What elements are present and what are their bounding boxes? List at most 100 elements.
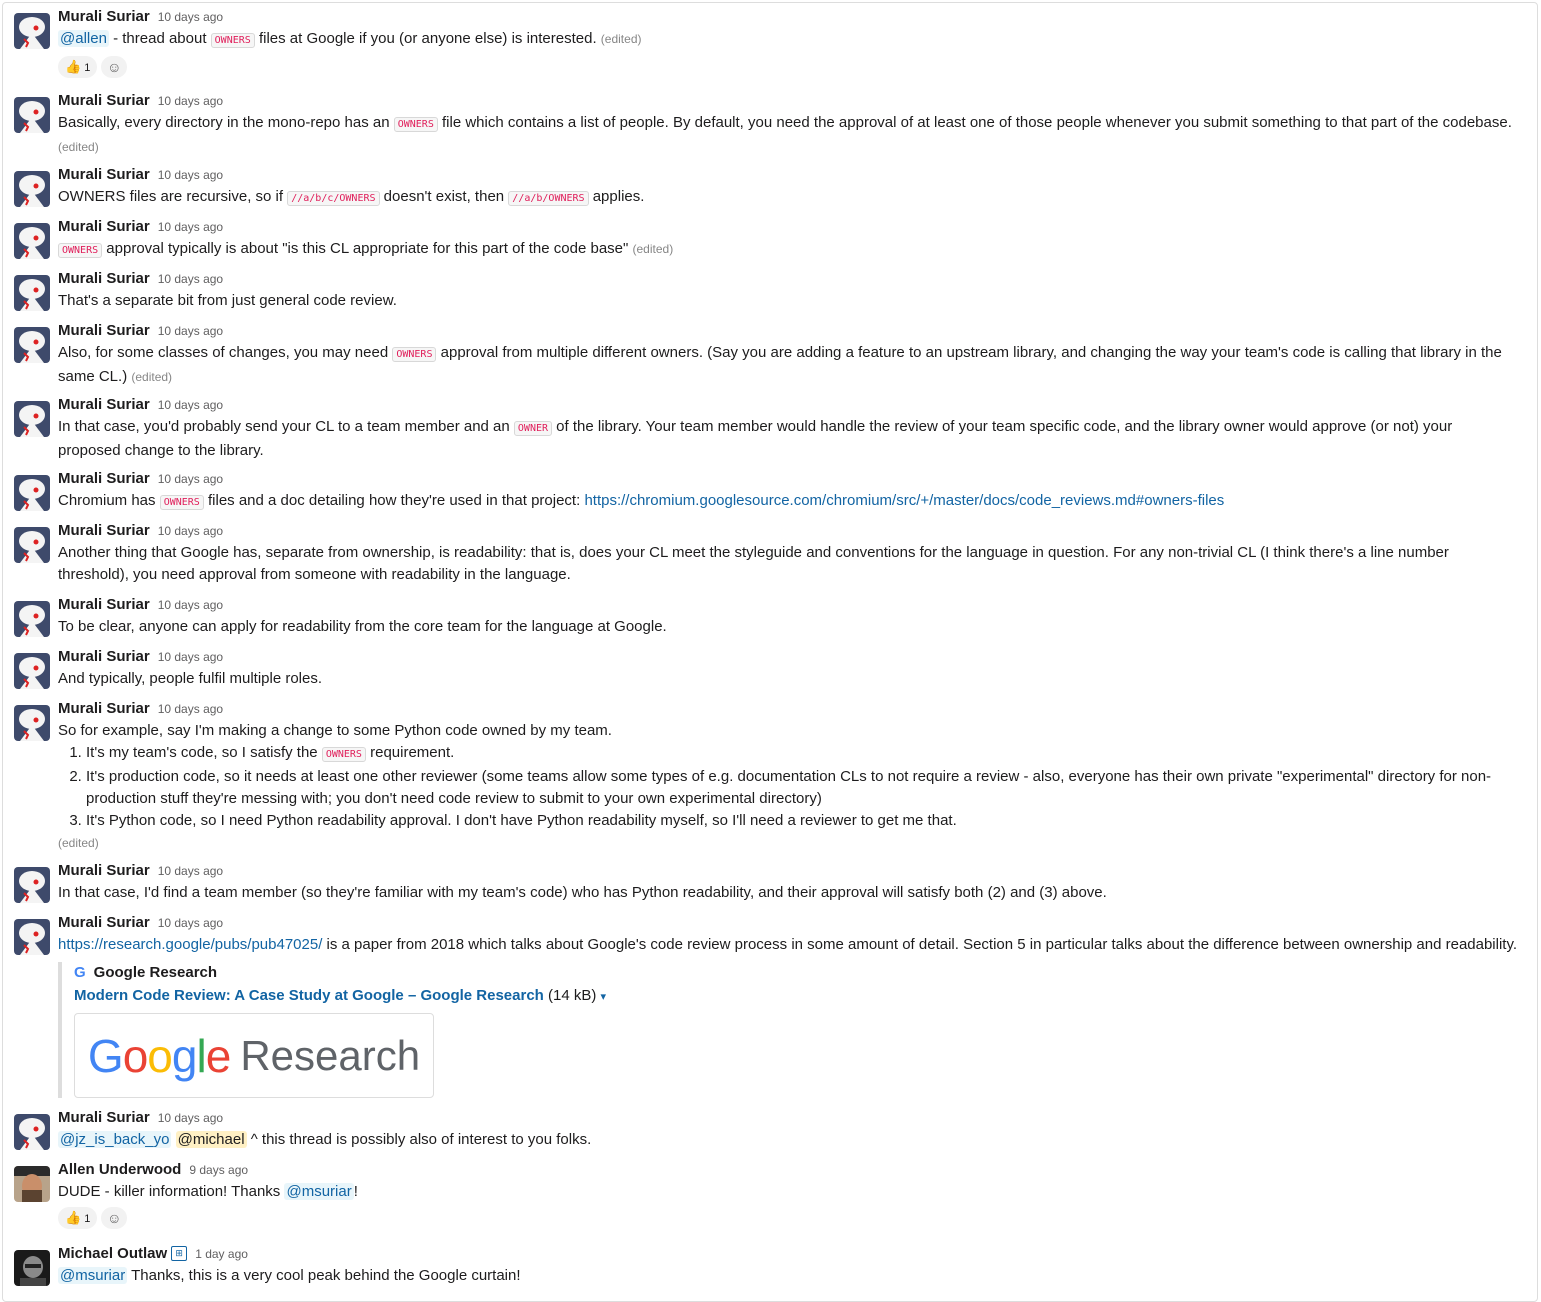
edited-label: (edited)	[632, 242, 674, 256]
preview-site-name: Google Research	[93, 964, 218, 981]
message-text: @msuriar Thanks, this is a very cool pea…	[58, 1265, 1518, 1287]
author-name[interactable]: Murali Suriar	[58, 700, 150, 717]
avatar[interactable]	[14, 13, 50, 49]
timestamp[interactable]: 10 days ago	[158, 472, 223, 486]
timestamp[interactable]: 10 days ago	[158, 916, 223, 930]
preview-title-row: Modern Code Review: A Case Study at Goog…	[74, 984, 1518, 1009]
add-reaction-icon[interactable]: ☺	[101, 56, 128, 78]
user-mention-self[interactable]: @michael	[175, 1131, 247, 1148]
preview-title-link[interactable]: Modern Code Review: A Case Study at Goog…	[74, 987, 544, 1004]
message-text: Basically, every directory in the mono-r…	[58, 112, 1518, 158]
message-text: DUDE - killer information! Thanks @msuri…	[58, 1181, 1518, 1203]
list-item: It's my team's code, so I satisfy the OW…	[86, 742, 1518, 766]
avatar[interactable]	[14, 475, 50, 511]
text-span: doesn't exist, then	[379, 188, 509, 205]
message-text: Also, for some classes of changes, you m…	[58, 342, 1518, 388]
user-mention[interactable]: @msuriar	[58, 1267, 128, 1284]
timestamp[interactable]: 10 days ago	[158, 10, 223, 24]
author-name[interactable]: Murali Suriar	[58, 8, 150, 25]
avatar[interactable]	[14, 1166, 50, 1202]
avatar[interactable]	[14, 919, 50, 955]
author-name[interactable]: Murali Suriar	[58, 92, 150, 109]
message-text: https://research.google/pubs/pub47025/ i…	[58, 934, 1518, 956]
message-text: So for example, say I'm making a change …	[58, 720, 1518, 854]
reaction-thumbsup[interactable]: 👍 1	[58, 56, 98, 78]
avatar[interactable]	[14, 223, 50, 259]
preview-size: (14 kB)	[543, 987, 601, 1004]
user-mention[interactable]: @jz_is_back_yo	[58, 1131, 172, 1148]
timestamp[interactable]: 10 days ago	[158, 650, 223, 664]
timestamp[interactable]: 10 days ago	[158, 272, 223, 286]
preview-image[interactable]: Google Research	[74, 1013, 434, 1098]
avatar[interactable]	[14, 527, 50, 563]
timestamp[interactable]: 9 days ago	[189, 1163, 248, 1177]
timestamp[interactable]: 1 day ago	[195, 1247, 248, 1261]
timestamp[interactable]: 10 days ago	[158, 94, 223, 108]
author-name[interactable]: Murali Suriar	[58, 522, 150, 539]
timestamp[interactable]: 10 days ago	[158, 398, 223, 412]
add-reaction-icon[interactable]: ☺	[101, 1207, 128, 1229]
timestamp[interactable]: 10 days ago	[158, 220, 223, 234]
avatar[interactable]	[14, 1114, 50, 1150]
chevron-down-icon[interactable]: ▾	[601, 991, 607, 1003]
text-span: Basically, every directory in the mono-r…	[58, 114, 394, 131]
avatar[interactable]	[14, 601, 50, 637]
text-span: Thanks, this is a very cool peak behind …	[127, 1267, 521, 1284]
preview-site: G Google Research	[74, 962, 1518, 984]
author-name[interactable]: Murali Suriar	[58, 648, 150, 665]
message-text: @jz_is_back_yo @michael ^ this thread is…	[58, 1129, 1518, 1151]
edited-label: (edited)	[131, 370, 173, 384]
thumbs-up-icon: 👍	[65, 59, 82, 74]
message-text: And typically, people fulfil multiple ro…	[58, 670, 323, 687]
avatar[interactable]	[14, 171, 50, 207]
author-name[interactable]: Murali Suriar	[58, 596, 150, 613]
avatar[interactable]	[14, 327, 50, 363]
timestamp[interactable]: 10 days ago	[158, 864, 223, 878]
avatar[interactable]	[14, 97, 50, 133]
paper-link[interactable]: https://research.google/pubs/pub47025/	[58, 936, 322, 953]
author-name[interactable]: Murali Suriar	[58, 470, 150, 487]
avatar[interactable]	[14, 275, 50, 311]
author-name[interactable]: Murali Suriar	[58, 914, 150, 931]
author-name[interactable]: Murali Suriar	[58, 322, 150, 339]
message-text: OWNERS approval typically is about "is t…	[58, 238, 1518, 262]
text-span: It's my team's code, so I satisfy the	[86, 744, 322, 761]
inline-code: OWNERS	[210, 33, 255, 48]
author-name[interactable]: Allen Underwood	[58, 1161, 181, 1178]
text-span: In that case, you'd probably send your C…	[58, 418, 514, 435]
avatar[interactable]	[14, 705, 50, 741]
inline-code: OWNERS	[58, 243, 103, 258]
avatar[interactable]	[14, 867, 50, 903]
google-logo: Google	[87, 1029, 231, 1082]
text-span: approval typically is about "is this CL …	[102, 240, 633, 257]
message-text: To be clear, anyone can apply for readab…	[58, 618, 667, 635]
timestamp[interactable]: 10 days ago	[158, 1111, 223, 1125]
author-name[interactable]: Murali Suriar	[58, 396, 150, 413]
timestamp[interactable]: 10 days ago	[158, 168, 223, 182]
author-name[interactable]: Michael Outlaw	[58, 1245, 167, 1262]
author-name[interactable]: Murali Suriar	[58, 218, 150, 235]
inline-code: OWNERS	[392, 347, 437, 362]
edited-label: (edited)	[58, 836, 99, 850]
timestamp[interactable]: 10 days ago	[158, 324, 223, 338]
avatar[interactable]	[14, 653, 50, 689]
author-name[interactable]: Murali Suriar	[58, 862, 150, 879]
avatar[interactable]	[14, 1250, 50, 1286]
timestamp[interactable]: 10 days ago	[158, 598, 223, 612]
author-name[interactable]: Murali Suriar	[58, 1109, 150, 1126]
timestamp[interactable]: 10 days ago	[158, 702, 223, 716]
research-wordmark: Research	[240, 1031, 421, 1079]
timestamp[interactable]: 10 days ago	[158, 524, 223, 538]
message-text: Chromium has OWNERS files and a doc deta…	[58, 490, 1518, 514]
avatar[interactable]	[14, 401, 50, 437]
author-name[interactable]: Murali Suriar	[58, 166, 150, 183]
author-name[interactable]: Murali Suriar	[58, 270, 150, 287]
user-mention[interactable]: @msuriar	[284, 1183, 354, 1200]
link-preview: G Google Research Modern Code Review: A C…	[58, 962, 1518, 1098]
text-span: files at Google if you (or anyone else) …	[254, 30, 601, 47]
chromium-doc-link[interactable]: https://chromium.googlesource.com/chromi…	[584, 492, 1224, 509]
thumbs-up-icon: 👍	[65, 1210, 82, 1225]
reaction-thumbsup[interactable]: 👍 1	[58, 1207, 98, 1229]
text-span: OWNERS files are recursive, so if	[58, 188, 288, 205]
user-mention[interactable]: @allen	[58, 30, 109, 47]
